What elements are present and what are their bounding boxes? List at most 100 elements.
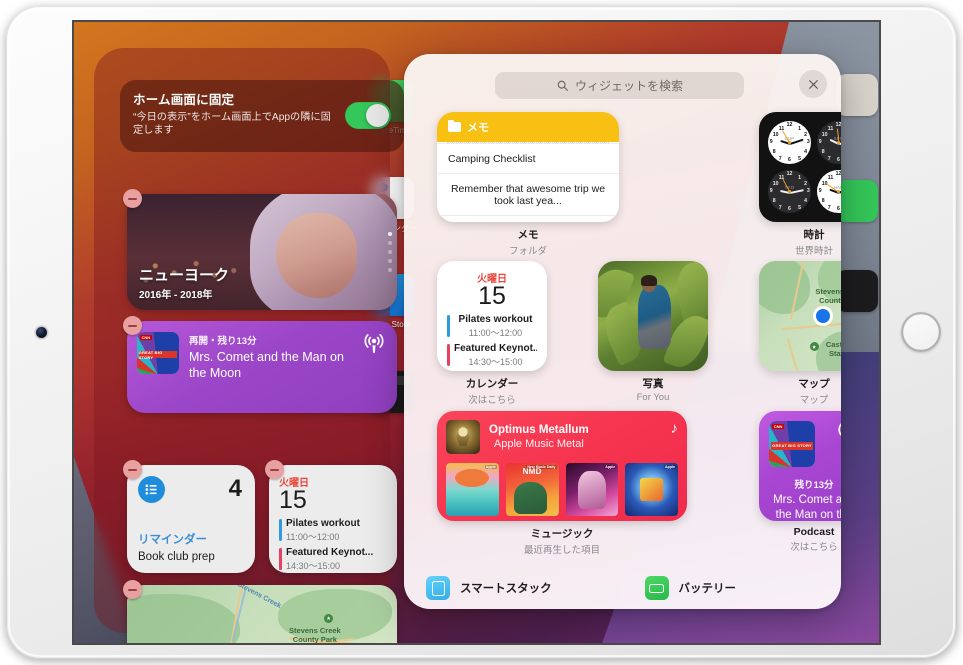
music-album-tile[interactable]: Apple: [625, 463, 678, 516]
photo-date-range: 2016年 - 2018年: [139, 290, 213, 301]
picker-item-calendar[interactable]: 火曜日 15 Pilates workout 11:00〜12:00 Featu…: [437, 261, 547, 406]
calendar-event: Pilates workout 11:00〜12:00: [447, 314, 537, 339]
picker-item-desc: マップ: [799, 395, 829, 406]
search-input[interactable]: ウィジェットを検索: [495, 72, 744, 99]
picker-row-label: スマートスタック: [460, 583, 552, 595]
calendar-event: Featured Keynot... 14:30〜15:00: [279, 547, 387, 572]
music-now-playing: Optimus Metallum Apple Music Metal ♪: [446, 420, 678, 454]
reminders-count: 4: [228, 475, 242, 502]
maps-widget-preview[interactable]: Stevens CreekCounty Park Castle RockStat…: [759, 261, 841, 371]
calendar-widget-preview[interactable]: 火曜日 15 Pilates workout 11:00〜12:00 Featu…: [437, 261, 547, 371]
music-album-tile[interactable]: Apple: [565, 463, 619, 516]
widget-picker-sheet: ウィジェットを検索 メモ Camping Checklist Remember …: [404, 54, 841, 609]
close-icon: [808, 79, 818, 89]
app-icon-bg-right-1[interactable]: [836, 74, 878, 116]
picker-item-desc: フォルダ: [508, 246, 547, 257]
notes-row: Just a few notes to help clean this up a…: [437, 215, 619, 222]
picker-item-name: メモ: [517, 229, 539, 241]
picker-row-battery[interactable]: バッテリー: [623, 567, 842, 609]
notes-row-text: Remember that awesome trip we took last …: [450, 183, 606, 207]
clock-widget-preview[interactable]: CUP 12 3 6 9 12 45 78 10 11 12 6 9 7 8 1…: [759, 112, 841, 222]
remove-widget-button-reminders[interactable]: [123, 460, 142, 479]
picker-row-label: バッテリー: [678, 583, 737, 595]
music-album-tile[interactable]: UNTITLED Apple: [446, 463, 499, 516]
widget-calendar[interactable]: 火曜日 15 Pilates workout 11:00〜12:00 Featu…: [269, 465, 397, 573]
music-track-subtitle: Apple Music Metal: [493, 438, 584, 450]
picker-item-maps[interactable]: Stevens CreekCounty Park Castle RockStat…: [759, 261, 841, 406]
app-icon-bg-right-3[interactable]: [836, 270, 878, 312]
notes-row: Camping Checklist: [437, 143, 619, 173]
podcast-artwork-badge: CNN: [139, 334, 153, 340]
clock-pivot: [788, 190, 791, 193]
remove-widget-button-calendar[interactable]: [265, 460, 284, 479]
remove-widget-button-podcast[interactable]: [123, 316, 142, 335]
music-widget-preview[interactable]: Optimus Metallum Apple Music Metal ♪ UNT…: [437, 411, 687, 521]
notes-header: メモ: [437, 112, 619, 142]
photo-page-dots: [388, 232, 392, 272]
podcast-artwork: CNN GREAT BIG STORY: [769, 421, 815, 467]
music-track-title: Optimus Metallum: [489, 424, 589, 436]
smart-stack-icon: [426, 576, 450, 600]
picker-item-podcast[interactable]: CNN GREAT BIG STORY 残り13分 Mrs. Comet and…: [759, 411, 841, 553]
remove-widget-button-photos[interactable]: [123, 189, 142, 208]
notes-body: Camping Checklist Remember that awesome …: [437, 142, 619, 222]
music-note-icon: ♪: [670, 420, 679, 437]
notes-widget-preview[interactable]: メモ Camping Checklist Remember that aweso…: [437, 112, 619, 222]
screenshot-root: FaceTime リマインダー App Store ホーム画面に固定 “今日の表…: [0, 0, 963, 665]
music-album-tile[interactable]: NMD New Music Daily: [505, 463, 559, 516]
podcast-artwork: CNN GREAT BIG STORY: [137, 332, 179, 374]
pin-to-home-toggle[interactable]: [345, 102, 391, 129]
clock-pivot: [837, 190, 840, 193]
photo-title: ニューヨーク: [139, 267, 230, 284]
photos-widget-preview[interactable]: [598, 261, 708, 371]
battery-icon: [644, 576, 669, 600]
reminders-task: Book club prep: [138, 551, 215, 563]
notes-row-text: Camping Checklist: [448, 153, 536, 165]
podcast-artwork-badge: CNN: [771, 423, 785, 429]
photo-caption: ニューヨーク 2016年 - 2018年: [139, 264, 229, 301]
map-poi-icon: [324, 613, 334, 623]
calendar-day-number: 15: [279, 486, 307, 514]
podcast-widget-preview[interactable]: CNN GREAT BIG STORY 残り13分 Mrs. Comet and…: [759, 411, 841, 521]
remove-widget-button-maps[interactable]: [123, 580, 142, 599]
podcast-icon: [836, 421, 841, 444]
calendar-event-title: Pilates workout: [286, 518, 360, 529]
picker-item-desc: 最近再生した項目: [523, 545, 600, 556]
widget-maps[interactable]: Stevens Creek Stevens CreekCounty Park C…: [127, 585, 397, 643]
picker-item-photos[interactable]: 写真 For You: [598, 261, 708, 403]
picker-item-music[interactable]: Optimus Metallum Apple Music Metal ♪ UNT…: [437, 411, 687, 556]
calendar-event-time: 14:30〜15:00: [286, 561, 341, 571]
calendar-event-title: Featured Keynot...: [286, 547, 374, 558]
clock-face: HAB 12 3 6 9 12 45 78 1011: [817, 170, 841, 213]
photos-preview-image: [598, 261, 708, 371]
picker-item-notes[interactable]: メモ Camping Checklist Remember that aweso…: [437, 112, 619, 257]
app-icon-bg-right-2[interactable]: [836, 180, 878, 222]
clock-face: SFO 12 3 6 9 12 45 78 1011: [817, 121, 841, 164]
picker-item-desc: For You: [636, 392, 670, 403]
music-album-title: UNTITLED: [456, 478, 489, 485]
picker-item-clock[interactable]: CUP 12 3 6 9 12 45 78 10 11 12 6 9 7 8 1…: [759, 112, 841, 257]
reminders-list-name: リマインダー: [138, 534, 207, 546]
podcast-episode-title: Mrs. Comet and the Man on the M...: [773, 494, 841, 521]
clock-pivot: [837, 141, 840, 144]
search-icon: [557, 80, 568, 91]
photos-subject-hair: [640, 275, 658, 287]
podcast-meta: 再開・残り13分 Mrs. Comet and the Man on the M…: [189, 333, 349, 381]
reminders-list-icon: [138, 476, 165, 503]
widget-reminders[interactable]: 4 リマインダー Book club prep: [127, 465, 255, 573]
notes-row: Remember that awesome trip we took last …: [437, 173, 619, 215]
home-button[interactable]: [901, 312, 941, 352]
picker-item-name: 写真: [642, 378, 664, 390]
picker-item-name: カレンダー: [465, 378, 519, 390]
calendar-day-number: 15: [478, 282, 506, 310]
widget-photos-new-york[interactable]: ニューヨーク 2016年 - 2018年: [127, 194, 397, 310]
close-button[interactable]: [799, 70, 827, 98]
music-album-tag: New Music Daily: [526, 465, 557, 469]
picker-item-name: マップ: [798, 378, 830, 390]
today-view-panel: ホーム画面に固定 “今日の表示”をホーム画面上でAppの隣に固定します ニューヨ…: [94, 48, 404, 643]
calendar-event-time: 11:00〜12:00: [286, 532, 340, 542]
widget-podcast[interactable]: CNN GREAT BIG STORY 再開・残り13分 Mrs. Comet …: [127, 321, 397, 413]
picker-item-desc: 世界時計: [794, 246, 833, 257]
pin-card-subtitle: “今日の表示”をホーム画面上でAppの隣に固定します: [133, 112, 331, 136]
picker-row-smart-stack[interactable]: スマートスタック: [404, 567, 623, 609]
